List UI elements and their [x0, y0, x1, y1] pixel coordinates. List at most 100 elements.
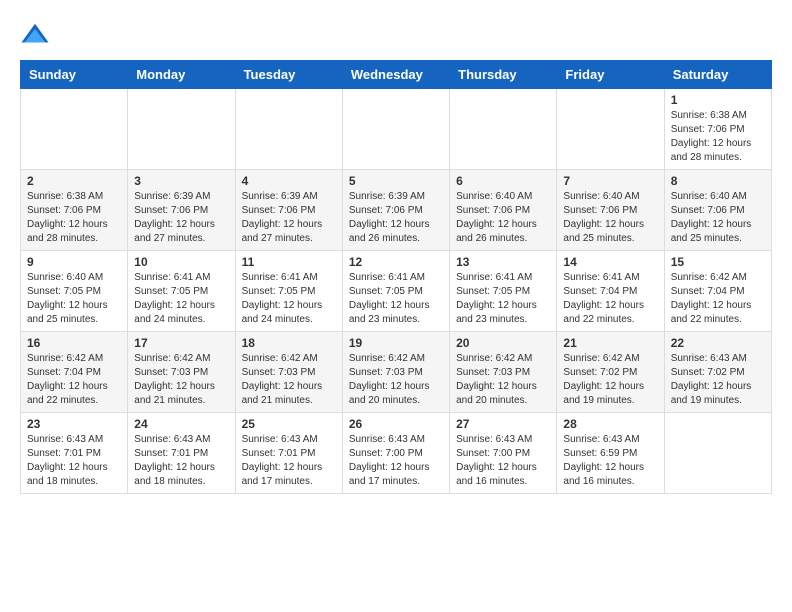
day-number: 10: [134, 255, 228, 269]
column-header-sunday: Sunday: [21, 61, 128, 89]
calendar-cell: 12Sunrise: 6:41 AM Sunset: 7:05 PM Dayli…: [342, 251, 449, 332]
day-info: Sunrise: 6:40 AM Sunset: 7:06 PM Dayligh…: [671, 190, 765, 246]
day-info: Sunrise: 6:43 AM Sunset: 7:01 PM Dayligh…: [134, 433, 228, 489]
day-info: Sunrise: 6:41 AM Sunset: 7:05 PM Dayligh…: [242, 271, 336, 327]
day-info: Sunrise: 6:42 AM Sunset: 7:03 PM Dayligh…: [456, 352, 550, 408]
day-number: 9: [27, 255, 121, 269]
calendar-cell: 16 Sunrise: 6:42 AM Sunset: 7:04 PM Dayli…: [21, 332, 128, 413]
day-info: Sunrise: 6:42 AM Sunset: 7:02 PM Dayligh…: [563, 352, 657, 408]
calendar-week-3: 9 Sunrise: 6:40 AM Sunset: 7:05 PM Daylig…: [21, 251, 772, 332]
day-info: Sunrise: 6:42 AM Sunset: 7:03 PM Dayligh…: [242, 352, 336, 408]
calendar-cell: 23Sunrise: 6:43 AM Sunset: 7:01 PM Dayli…: [21, 413, 128, 494]
calendar-cell: 1 Sunrise: 6:38 AM Sunset: 7:06 PM Daylig…: [664, 89, 771, 170]
column-header-monday: Monday: [128, 61, 235, 89]
day-number: 15: [671, 255, 765, 269]
calendar-week-4: 16 Sunrise: 6:42 AM Sunset: 7:04 PM Dayli…: [21, 332, 772, 413]
calendar-cell: 26 Sunrise: 6:43 AM Sunset: 7:00 PM Dayli…: [342, 413, 449, 494]
day-number: 17: [134, 336, 228, 350]
calendar-cell: 22 Sunrise: 6:43 AM Sunset: 7:02 PM Dayli…: [664, 332, 771, 413]
calendar-header-row: SundayMondayTuesdayWednesdayThursdayFrid…: [21, 61, 772, 89]
column-header-friday: Friday: [557, 61, 664, 89]
day-number: 19: [349, 336, 443, 350]
calendar-cell: 21 Sunrise: 6:42 AM Sunset: 7:02 PM Dayli…: [557, 332, 664, 413]
calendar-cell: 15 Sunrise: 6:42 AM Sunset: 7:04 PM Dayli…: [664, 251, 771, 332]
day-info: Sunrise: 6:42 AM Sunset: 7:04 PM Dayligh…: [671, 271, 765, 327]
day-number: 3: [134, 174, 228, 188]
calendar-cell: 7 Sunrise: 6:40 AM Sunset: 7:06 PM Daylig…: [557, 170, 664, 251]
day-info: Sunrise: 6:38 AM Sunset: 7:06 PM Dayligh…: [671, 109, 765, 165]
calendar: SundayMondayTuesdayWednesdayThursdayFrid…: [20, 60, 772, 494]
calendar-cell: 4 Sunrise: 6:39 AM Sunset: 7:06 PM Daylig…: [235, 170, 342, 251]
day-info: Sunrise: 6:42 AM Sunset: 7:03 PM Dayligh…: [134, 352, 228, 408]
day-number: 7: [563, 174, 657, 188]
calendar-cell: 27 Sunrise: 6:43 AM Sunset: 7:00 PM Dayli…: [450, 413, 557, 494]
day-info: Sunrise: 6:38 AM Sunset: 7:06 PM Dayligh…: [27, 190, 121, 246]
day-number: 16: [27, 336, 121, 350]
day-info: Sunrise: 6:40 AM Sunset: 7:06 PM Dayligh…: [456, 190, 550, 246]
day-number: 6: [456, 174, 550, 188]
calendar-cell: [21, 89, 128, 170]
calendar-cell: 6 Sunrise: 6:40 AM Sunset: 7:06 PM Daylig…: [450, 170, 557, 251]
calendar-cell: 14 Sunrise: 6:41 AM Sunset: 7:04 PM Dayli…: [557, 251, 664, 332]
calendar-cell: 18 Sunrise: 6:42 AM Sunset: 7:03 PM Dayli…: [235, 332, 342, 413]
calendar-cell: 13 Sunrise: 6:41 AM Sunset: 7:05 PM Dayli…: [450, 251, 557, 332]
day-number: 26: [349, 417, 443, 431]
logo-icon: [20, 20, 50, 50]
day-number: 28: [563, 417, 657, 431]
day-info: Sunrise: 6:40 AM Sunset: 7:05 PM Dayligh…: [27, 271, 121, 327]
day-info: Sunrise: 6:43 AM Sunset: 7:00 PM Dayligh…: [349, 433, 443, 489]
calendar-week-2: 2 Sunrise: 6:38 AM Sunset: 7:06 PM Daylig…: [21, 170, 772, 251]
calendar-cell: 10 Sunrise: 6:41 AM Sunset: 7:05 PM Dayli…: [128, 251, 235, 332]
day-info: Sunrise: 6:40 AM Sunset: 7:06 PM Dayligh…: [563, 190, 657, 246]
day-number: 13: [456, 255, 550, 269]
logo: [20, 20, 54, 50]
day-info: Sunrise: 6:39 AM Sunset: 7:06 PM Dayligh…: [242, 190, 336, 246]
day-number: 4: [242, 174, 336, 188]
calendar-cell: 9 Sunrise: 6:40 AM Sunset: 7:05 PM Daylig…: [21, 251, 128, 332]
calendar-cell: 25 Sunrise: 6:43 AM Sunset: 7:01 PM Dayli…: [235, 413, 342, 494]
calendar-week-1: 1 Sunrise: 6:38 AM Sunset: 7:06 PM Daylig…: [21, 89, 772, 170]
calendar-cell: [235, 89, 342, 170]
day-number: 1: [671, 93, 765, 107]
calendar-cell: 2 Sunrise: 6:38 AM Sunset: 7:06 PM Daylig…: [21, 170, 128, 251]
column-header-tuesday: Tuesday: [235, 61, 342, 89]
day-info: Sunrise: 6:39 AM Sunset: 7:06 PM Dayligh…: [349, 190, 443, 246]
calendar-cell: [557, 89, 664, 170]
calendar-cell: 24 Sunrise: 6:43 AM Sunset: 7:01 PM Dayli…: [128, 413, 235, 494]
calendar-cell: 28 Sunrise: 6:43 AM Sunset: 6:59 PM Dayli…: [557, 413, 664, 494]
calendar-cell: 19 Sunrise: 6:42 AM Sunset: 7:03 PM Dayli…: [342, 332, 449, 413]
day-number: 12: [349, 255, 443, 269]
calendar-cell: 20 Sunrise: 6:42 AM Sunset: 7:03 PM Dayli…: [450, 332, 557, 413]
day-number: 27: [456, 417, 550, 431]
calendar-cell: [664, 413, 771, 494]
day-number: 24: [134, 417, 228, 431]
day-info: Sunrise: 6:41 AM Sunset: 7:05 PM Dayligh…: [456, 271, 550, 327]
calendar-cell: [342, 89, 449, 170]
day-info: Sunrise: 6:39 AM Sunset: 7:06 PM Dayligh…: [134, 190, 228, 246]
day-number: 25: [242, 417, 336, 431]
day-info: Sunrise: 6:42 AM Sunset: 7:04 PM Dayligh…: [27, 352, 121, 408]
day-number: 14: [563, 255, 657, 269]
day-number: 22: [671, 336, 765, 350]
day-info: Sunrise: 6:41 AM Sunset: 7:04 PM Dayligh…: [563, 271, 657, 327]
day-number: 20: [456, 336, 550, 350]
calendar-cell: 3 Sunrise: 6:39 AM Sunset: 7:06 PM Daylig…: [128, 170, 235, 251]
day-number: 18: [242, 336, 336, 350]
day-info: Sunrise: 6:43 AM Sunset: 7:01 PM Dayligh…: [242, 433, 336, 489]
calendar-week-5: 23Sunrise: 6:43 AM Sunset: 7:01 PM Dayli…: [21, 413, 772, 494]
column-header-wednesday: Wednesday: [342, 61, 449, 89]
day-info: Sunrise: 6:41 AM Sunset: 7:05 PM Dayligh…: [134, 271, 228, 327]
column-header-saturday: Saturday: [664, 61, 771, 89]
calendar-cell: 11Sunrise: 6:41 AM Sunset: 7:05 PM Dayli…: [235, 251, 342, 332]
page-header: [20, 20, 772, 50]
day-info: Sunrise: 6:43 AM Sunset: 7:00 PM Dayligh…: [456, 433, 550, 489]
day-number: 2: [27, 174, 121, 188]
day-number: 5: [349, 174, 443, 188]
day-info: Sunrise: 6:42 AM Sunset: 7:03 PM Dayligh…: [349, 352, 443, 408]
day-number: 21: [563, 336, 657, 350]
day-info: Sunrise: 6:43 AM Sunset: 7:02 PM Dayligh…: [671, 352, 765, 408]
day-info: Sunrise: 6:43 AM Sunset: 7:01 PM Dayligh…: [27, 433, 121, 489]
calendar-cell: [128, 89, 235, 170]
day-info: Sunrise: 6:43 AM Sunset: 6:59 PM Dayligh…: [563, 433, 657, 489]
calendar-cell: 8Sunrise: 6:40 AM Sunset: 7:06 PM Daylig…: [664, 170, 771, 251]
